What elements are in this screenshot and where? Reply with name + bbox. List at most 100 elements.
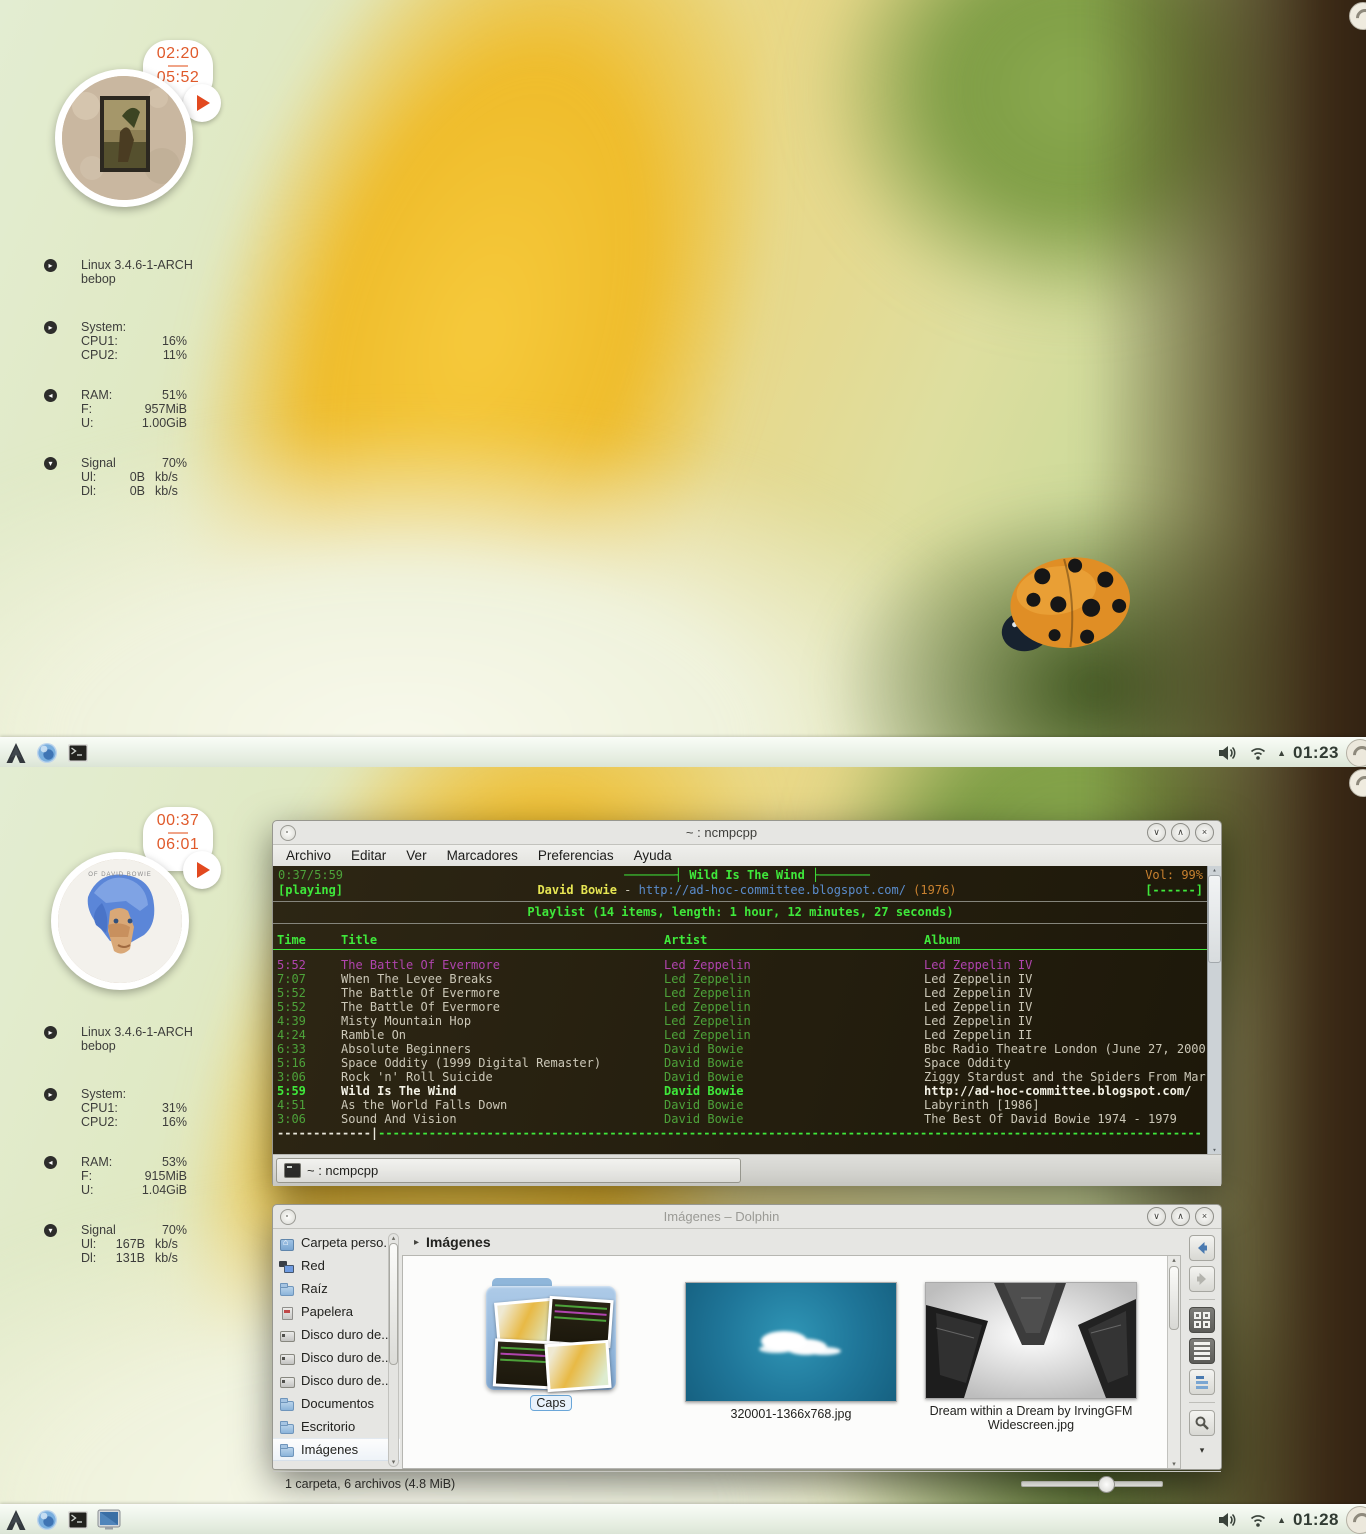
close-button[interactable]: ×	[1195, 823, 1214, 842]
scrollbar-thumb[interactable]	[389, 1243, 398, 1365]
wifi-icon[interactable]	[1246, 1508, 1270, 1532]
panel-cashew-icon[interactable]	[1346, 1506, 1366, 1534]
wifi-icon[interactable]	[1246, 741, 1270, 765]
window-titlebar[interactable]: Imágenes – Dolphin ∨ ∧ ×	[273, 1205, 1221, 1229]
cpu2-value: 11%	[131, 348, 187, 362]
file-image-dream[interactable]: Dream within a Dream by IrvingGFM Widesc…	[916, 1282, 1146, 1432]
window-titlebar[interactable]: ~ : ncmpcpp ∨ ∧ ×	[273, 821, 1221, 845]
slider-handle[interactable]	[1098, 1476, 1115, 1493]
menu-editar[interactable]: Editar	[351, 848, 386, 863]
icon-view-button[interactable]	[1189, 1307, 1215, 1333]
volume-icon[interactable]	[1215, 741, 1239, 765]
desktop-screen-2: 00:37 06:01 OF DAVID BOWIE ▸ Linux 3.4.6…	[0, 767, 1366, 1534]
album-art[interactable]: OF DAVID BOWIE	[51, 852, 189, 990]
search-button[interactable]	[1189, 1410, 1215, 1436]
playlist-row[interactable]: 6:33Absolute BeginnersDavid BowieBbc Rad…	[273, 1042, 1221, 1056]
details-view-button[interactable]	[1189, 1369, 1215, 1395]
scrollbar-thumb[interactable]	[1208, 875, 1221, 963]
playlist-row[interactable]: 4:51As the World Falls DownDavid BowieLa…	[273, 1098, 1221, 1112]
zoom-slider[interactable]	[1021, 1481, 1163, 1487]
minimize-button[interactable]: ∨	[1147, 823, 1166, 842]
arch-menu-launcher[interactable]	[4, 1508, 28, 1532]
file-view[interactable]: Caps 320001-1366x768.jpg	[402, 1255, 1181, 1469]
minimize-button[interactable]: ∨	[1147, 1207, 1166, 1226]
scrollbar-thumb[interactable]	[1169, 1266, 1179, 1330]
konsole-tab-bar: ~ : ncmpcpp	[273, 1154, 1221, 1186]
window-menu-icon[interactable]	[280, 825, 296, 841]
maximize-button[interactable]: ∧	[1171, 823, 1190, 842]
sidebar-item-images[interactable]: Imágenes	[273, 1438, 400, 1461]
volume-icon[interactable]	[1215, 1508, 1239, 1532]
file-folder-caps[interactable]: Caps	[476, 1278, 626, 1411]
sidebar-item-trash[interactable]: Papelera	[273, 1300, 400, 1323]
toolbar-overflow-icon[interactable]: ▾	[1200, 1445, 1205, 1456]
terminal-scrollbar[interactable]: ▴▾	[1207, 866, 1221, 1154]
close-button[interactable]: ×	[1195, 1207, 1214, 1226]
sidebar-item-disk1[interactable]: Disco duro de...	[273, 1323, 400, 1346]
kernel-text: Linux 3.4.6-1-ARCH	[81, 1025, 193, 1039]
arch-menu-launcher[interactable]	[4, 741, 28, 765]
playlist-row-current[interactable]: 5:59Wild Is The WindDavid Bowiehttp://ad…	[273, 1084, 1221, 1098]
panel-clock[interactable]: 01:23	[1293, 743, 1339, 763]
file-image-cloud[interactable]: 320001-1366x768.jpg	[681, 1282, 901, 1421]
maximize-button[interactable]: ∧	[1171, 1207, 1190, 1226]
volume-bar: [------]	[1145, 883, 1203, 898]
menu-archivo[interactable]: Archivo	[286, 848, 331, 863]
playlist-row[interactable]: 4:39Misty Mountain HopLed ZeppelinLed Ze…	[273, 1014, 1221, 1028]
folder-icon	[279, 1281, 295, 1297]
playlist-row[interactable]: 5:16Space Oddity (1999 Digital Remaster)…	[273, 1056, 1221, 1070]
panel-cashew-icon[interactable]	[1346, 739, 1366, 767]
trash-icon	[279, 1304, 295, 1320]
terminal-launcher[interactable]	[66, 1508, 90, 1532]
sidebar-item-desktop[interactable]: Escritorio	[273, 1415, 400, 1438]
song-progress-bar[interactable]: -------------|--------------------------…	[273, 1126, 1221, 1141]
breadcrumb[interactable]: ▸ Imágenes	[400, 1229, 1183, 1255]
terminal-launcher[interactable]	[66, 741, 90, 765]
playlist-row[interactable]: 5:52The Battle Of EvermoreLed ZeppelinLe…	[273, 1000, 1221, 1014]
system-label: System:	[81, 320, 187, 334]
now-playing-widget: 02:20 05:52	[0, 0, 240, 230]
ladybug-image	[985, 552, 1137, 666]
sidebar-item-network[interactable]: Red	[273, 1254, 400, 1277]
ram-value: 51%	[131, 388, 187, 402]
slider-groove[interactable]	[1021, 1481, 1163, 1487]
playlist-row[interactable]: 3:06Sound And VisionDavid BowieThe Best …	[273, 1112, 1221, 1126]
download-value: 131B	[109, 1251, 145, 1265]
browser-launcher[interactable]	[35, 741, 59, 765]
menu-ayuda[interactable]: Ayuda	[634, 848, 672, 863]
playlist-row[interactable]: 4:24Ramble OnLed ZeppelinLed Zeppelin II	[273, 1028, 1221, 1042]
file-label[interactable]: Caps	[530, 1395, 571, 1411]
menu-marcadores[interactable]: Marcadores	[447, 848, 518, 863]
expand-tray-icon[interactable]: ▲	[1277, 1515, 1286, 1525]
menu-preferencias[interactable]: Preferencias	[538, 848, 614, 863]
hostname-text: bebop	[81, 1039, 193, 1053]
album-art[interactable]	[55, 69, 193, 207]
back-button[interactable]	[1189, 1235, 1215, 1261]
list-view-button[interactable]	[1189, 1338, 1215, 1364]
sidebar-item-disk3[interactable]: Disco duro de...	[273, 1369, 400, 1392]
expand-tray-icon[interactable]: ▲	[1277, 748, 1286, 758]
window-menu-icon[interactable]	[280, 1209, 296, 1225]
menu-ver[interactable]: Ver	[406, 848, 426, 863]
playlist-row[interactable]: 3:06Rock 'n' Roll SuicideDavid BowieZigg…	[273, 1070, 1221, 1084]
forward-button[interactable]	[1189, 1266, 1215, 1292]
breadcrumb-folder[interactable]: Imágenes	[426, 1234, 491, 1250]
ncmpcpp-terminal[interactable]: 0:37/5:59 ───────┤ Wild Is The Wind ├───…	[273, 866, 1221, 1154]
konsole-tab[interactable]: ~ : ncmpcpp	[276, 1158, 741, 1183]
playlist-row[interactable]: 7:07When The Levee BreaksLed ZeppelinLed…	[273, 972, 1221, 986]
display-settings-launcher[interactable]	[97, 1508, 121, 1532]
album-link: http://ad-hoc-committee.blogspot.com/	[639, 883, 906, 897]
play-button[interactable]	[183, 851, 221, 889]
playlist-row[interactable]: 5:52The Battle Of EvermoreLed ZeppelinLe…	[273, 986, 1221, 1000]
view-scrollbar[interactable]: ▴▾	[1167, 1256, 1180, 1468]
sidebar-item-root[interactable]: Raíz	[273, 1277, 400, 1300]
playlist-row[interactable]: 5:52The Battle Of EvermoreLed ZeppelinLe…	[273, 958, 1221, 972]
browser-launcher[interactable]	[35, 1508, 59, 1532]
image-thumbnail	[685, 1282, 897, 1402]
sidebar-item-disk2[interactable]: Disco duro de...	[273, 1346, 400, 1369]
sidebar-scrollbar[interactable]: ▴▾	[388, 1233, 399, 1467]
ram-free: 957MiB	[131, 402, 187, 416]
sidebar-item-documents[interactable]: Documentos	[273, 1392, 400, 1415]
panel-clock[interactable]: 01:28	[1293, 1510, 1339, 1530]
sidebar-item-home[interactable]: Carpeta perso...	[273, 1231, 400, 1254]
